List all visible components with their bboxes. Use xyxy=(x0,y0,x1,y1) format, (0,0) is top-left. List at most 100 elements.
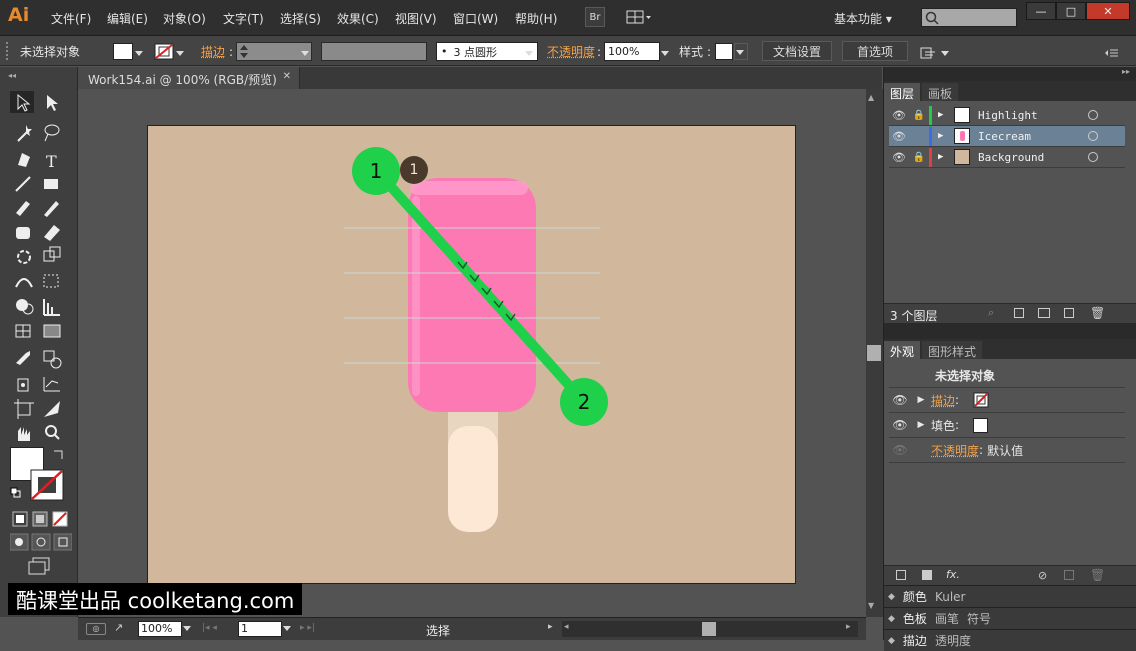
stroke-panel-group[interactable]: ◆ 描边 透明度 xyxy=(884,629,1136,651)
fill-swatch[interactable] xyxy=(973,418,988,433)
status-menu-icon[interactable]: ▸ xyxy=(548,622,558,632)
tab-brushes[interactable]: 画笔 xyxy=(935,610,959,627)
layer-row-icecream[interactable]: 👁 ▶ Icecream xyxy=(889,126,1125,147)
expand-panel-icon[interactable]: ◆ xyxy=(888,636,895,646)
default-fill-stroke-icon[interactable] xyxy=(10,487,22,499)
scroll-down-icon[interactable]: ▼ xyxy=(868,601,880,611)
target-icon[interactable] xyxy=(1088,110,1098,120)
brush-dropdown[interactable]: • 3 点圆形 xyxy=(436,42,538,61)
opacity-dropdown[interactable] xyxy=(660,43,672,62)
toolbox-collapse-icon[interactable]: ◂◂ xyxy=(8,71,70,79)
eye-icon[interactable]: 👁 xyxy=(889,109,909,122)
control-bar-menu[interactable] xyxy=(1101,43,1121,62)
duplicate-item-icon[interactable] xyxy=(1064,570,1074,580)
menu-window[interactable]: 窗口(W) xyxy=(453,10,498,27)
close-button[interactable]: ✕ xyxy=(1086,2,1130,20)
eye-icon[interactable]: 👁 xyxy=(889,130,909,143)
workspace-switcher[interactable]: 基本功能 ▾ xyxy=(834,10,892,27)
layer-row-background[interactable]: 👁 🔒 ▶ Background xyxy=(889,147,1125,168)
stroke-dropdown[interactable] xyxy=(175,43,187,62)
menu-select[interactable]: 选择(S) xyxy=(280,10,321,27)
new-sublayer-icon[interactable] xyxy=(1038,308,1050,318)
fill-swatch[interactable] xyxy=(113,43,133,60)
fill-dropdown[interactable] xyxy=(134,43,146,62)
clear-appearance-icon[interactable]: ⊘ xyxy=(1038,569,1047,582)
gpu-icon[interactable]: ◎ xyxy=(86,623,106,635)
appearance-fill-row[interactable]: 👁 ▶ 填色: xyxy=(889,413,1125,438)
maximize-button[interactable]: □ xyxy=(1056,2,1086,20)
opacity-input[interactable]: 100% xyxy=(604,42,660,61)
layer-name[interactable]: Icecream xyxy=(978,130,1088,143)
expand-panel-icon[interactable]: ◆ xyxy=(888,592,895,602)
new-layer-icon[interactable] xyxy=(1064,308,1074,318)
menu-file[interactable]: 文件(F) xyxy=(51,10,91,27)
tab-artboards[interactable]: 画板 xyxy=(922,83,958,101)
eye-icon[interactable]: 👁 xyxy=(889,418,911,432)
artboard-dropdown[interactable] xyxy=(282,622,296,638)
menu-edit[interactable]: 编辑(E) xyxy=(107,10,148,27)
opacity-link[interactable]: 不透明度 xyxy=(547,42,595,61)
scroll-right-icon[interactable]: ▸ xyxy=(846,622,856,636)
horizontal-scrollbar[interactable]: ◂ ▸ xyxy=(562,621,858,637)
menu-object[interactable]: 对象(O) xyxy=(163,10,206,27)
color-panel-group[interactable]: ◆ 颜色 Kuler xyxy=(884,585,1136,607)
expand-arrow-icon[interactable]: ▶ xyxy=(938,131,950,141)
tab-stroke[interactable]: 描边 xyxy=(903,632,927,649)
tab-appearance[interactable]: 外观 xyxy=(884,341,920,359)
layer-name[interactable]: Highlight xyxy=(978,109,1088,122)
expand-arrow-icon[interactable]: ▶ xyxy=(938,152,950,162)
add-new-fill-icon[interactable] xyxy=(922,570,932,580)
search-input[interactable] xyxy=(921,8,1017,27)
layer-name[interactable]: Background xyxy=(978,151,1088,164)
next-last-artboard-icons[interactable]: ▸ ▸| xyxy=(300,623,332,633)
stroke-swatch[interactable] xyxy=(154,43,174,60)
close-tab-icon[interactable]: ✕ xyxy=(283,71,291,82)
eye-icon[interactable]: 👁 xyxy=(889,393,911,407)
locate-object-icon[interactable]: ⌕ xyxy=(988,306,994,320)
isolate-button[interactable] xyxy=(919,43,951,62)
menu-effect[interactable]: 效果(C) xyxy=(337,10,379,27)
stroke-weight-dropdown[interactable] xyxy=(300,43,312,62)
swap-fill-stroke-icon[interactable] xyxy=(52,447,66,461)
vertical-scrollbar[interactable]: ▲ ▼ xyxy=(866,89,883,617)
appearance-opacity-row[interactable]: 👁 不透明度: 默认值 xyxy=(889,438,1125,463)
layer-row-highlight[interactable]: 👁 🔒 ▶ Highlight xyxy=(889,105,1125,126)
stroke-indicator-swatch[interactable] xyxy=(30,469,64,501)
zoom-dropdown[interactable] xyxy=(182,622,196,638)
scroll-left-icon[interactable]: ◂ xyxy=(564,622,574,636)
expand-arrow-icon[interactable]: ▶ xyxy=(938,110,950,120)
scroll-up-icon[interactable]: ▲ xyxy=(868,93,880,103)
style-dropdown[interactable] xyxy=(734,43,748,60)
add-effect-icon[interactable]: fx. xyxy=(946,568,960,581)
arrange-documents-button[interactable] xyxy=(626,9,652,25)
target-icon[interactable] xyxy=(1088,131,1098,141)
expand-panel-icon[interactable]: ◆ xyxy=(888,614,895,624)
artboard[interactable]: 1 1 2 xyxy=(147,125,796,584)
style-swatch[interactable] xyxy=(715,43,733,60)
none-stroke-icon[interactable] xyxy=(973,392,989,408)
tab-symbols[interactable]: 符号 xyxy=(967,610,991,627)
tab-transparency[interactable]: 透明度 xyxy=(935,632,971,649)
appearance-stroke-row[interactable]: 👁 ▶ 描边: xyxy=(889,388,1125,413)
tab-kuler[interactable]: Kuler xyxy=(935,590,966,604)
swatches-panel-group[interactable]: ◆ 色板 画笔 符号 xyxy=(884,607,1136,629)
target-icon[interactable] xyxy=(1088,152,1098,162)
bridge-button[interactable]: Br xyxy=(585,7,605,27)
delete-icon[interactable]: 🗑 xyxy=(1090,306,1105,320)
horizontal-scroll-thumb[interactable] xyxy=(702,622,716,636)
document-tab[interactable]: Work154.ai @ 100% (RGB/预览) ✕ xyxy=(78,67,300,89)
variable-width-dropdown[interactable] xyxy=(321,42,427,61)
artboard-number-input[interactable]: 1 xyxy=(238,621,282,637)
delete-icon[interactable]: 🗑 xyxy=(1090,568,1105,582)
zoom-input[interactable]: 100% xyxy=(138,621,182,637)
make-clipping-mask-icon[interactable] xyxy=(1014,308,1024,318)
stroke-link[interactable]: 描边 xyxy=(931,392,955,409)
share-icon[interactable]: ↗ xyxy=(114,621,128,635)
stroke-link[interactable]: 描边 xyxy=(201,42,225,61)
eye-icon[interactable]: 👁 xyxy=(889,151,909,164)
opacity-link[interactable]: 不透明度 xyxy=(931,442,979,459)
add-new-stroke-icon[interactable] xyxy=(896,570,906,580)
tab-graphic-styles[interactable]: 图形样式 xyxy=(922,341,982,359)
icecream-body[interactable] xyxy=(408,178,536,412)
lock-icon[interactable]: 🔒 xyxy=(909,152,929,163)
